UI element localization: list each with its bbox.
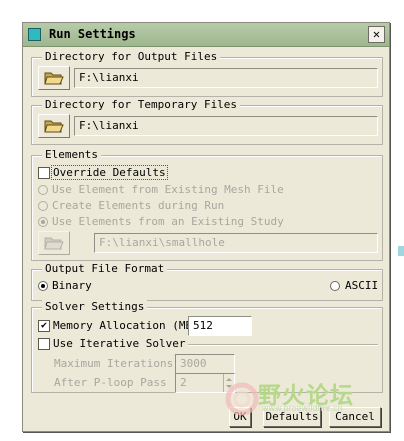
solver-settings-legend: Solver Settings	[42, 300, 148, 313]
existing-study-radio[interactable]	[38, 217, 48, 227]
existing-study-label[interactable]: Use Elements from an Existing Study	[52, 215, 284, 228]
max-iterations-input[interactable]: 3000	[175, 354, 235, 374]
element-mesh-file-label[interactable]: Use Element from Existing Mesh File	[52, 183, 284, 196]
checkmark-icon: ✔	[40, 320, 48, 331]
create-elements-radio[interactable]	[38, 201, 48, 211]
binary-radio[interactable]	[38, 281, 48, 291]
output-dir-field[interactable]: F:\lianxi	[74, 68, 378, 88]
element-mesh-file-radio[interactable]	[38, 185, 48, 195]
temp-dir-legend: Directory for Temporary Files	[42, 98, 241, 111]
override-defaults-checkbox[interactable]	[38, 167, 50, 179]
study-browse-button[interactable]	[38, 231, 70, 255]
ascii-radio[interactable]	[330, 281, 340, 291]
close-button[interactable]: ✕	[368, 26, 385, 43]
output-dir-browse-button[interactable]	[38, 66, 70, 90]
iterative-solver-label[interactable]: Use Iterative Solver	[53, 337, 185, 350]
elements-group: Elements Override Defaults Use Element f…	[31, 148, 383, 261]
memory-allocation-checkbox[interactable]: ✔	[38, 320, 50, 332]
ok-button[interactable]: OK	[229, 407, 251, 427]
window-title: Run Settings	[49, 27, 136, 41]
background-edge-marker	[398, 246, 404, 256]
watermark-url: www.proewildfire.cn	[262, 404, 343, 413]
output-format-group: Output File Format Binary ASCII	[31, 262, 383, 301]
temp-dir-browse-button[interactable]	[38, 114, 70, 138]
ploop-pass-spinner[interactable]	[223, 374, 233, 392]
iterative-solver-checkbox[interactable]	[38, 338, 50, 350]
title-bar[interactable]: Run Settings ✕	[23, 23, 389, 47]
override-defaults-label[interactable]: Override Defaults	[51, 165, 168, 180]
output-dir-group: Directory for Output Files F:\lianxi	[31, 50, 383, 97]
folder-open-icon	[44, 237, 64, 250]
solver-separator	[188, 344, 378, 346]
elements-legend: Elements	[42, 148, 101, 161]
run-settings-dialog: Run Settings ✕ Directory for Output File…	[22, 22, 390, 432]
temp-dir-group: Directory for Temporary Files F:\lianxi	[31, 98, 383, 145]
folder-open-icon	[44, 120, 64, 133]
window-icon	[28, 28, 41, 41]
create-elements-label[interactable]: Create Elements during Run	[52, 199, 224, 212]
output-format-legend: Output File Format	[42, 262, 168, 275]
ascii-label[interactable]: ASCII	[345, 279, 378, 292]
binary-label[interactable]: Binary	[52, 279, 92, 292]
ploop-pass-label: After P-loop Pass	[54, 376, 167, 389]
memory-allocation-input[interactable]: 512	[188, 316, 252, 336]
folder-open-icon	[44, 72, 64, 85]
max-iterations-label: Maximum Iterations	[54, 357, 174, 370]
temp-dir-field[interactable]: F:\lianxi	[74, 116, 378, 136]
spinner-arrows-icon	[226, 378, 232, 388]
study-path-field[interactable]: F:\lianxi\smallhole	[94, 233, 378, 253]
memory-allocation-label[interactable]: Memory Allocation (MB)	[53, 319, 199, 332]
output-dir-legend: Directory for Output Files	[42, 50, 221, 63]
